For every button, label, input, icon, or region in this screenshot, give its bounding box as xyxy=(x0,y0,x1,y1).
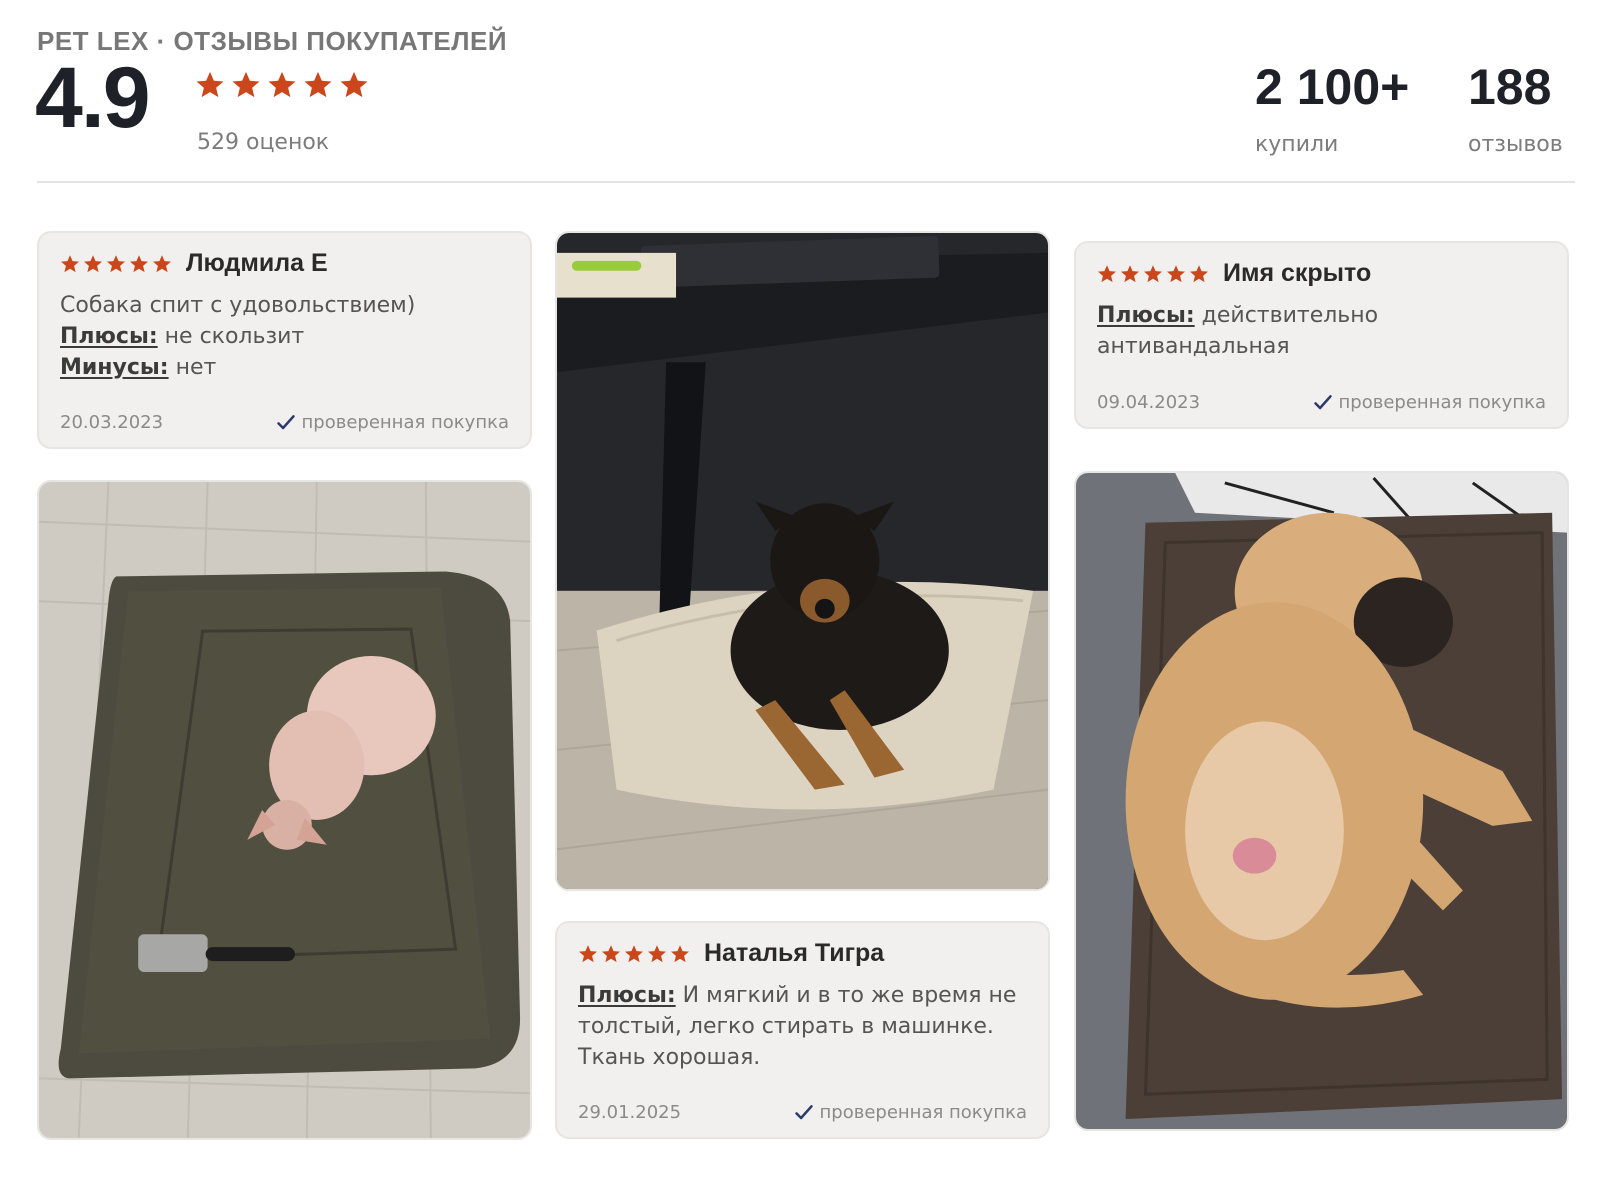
verified-label: проверенная покупка xyxy=(819,1102,1027,1123)
bought-label: купили xyxy=(1255,132,1339,157)
check-icon xyxy=(794,1104,813,1119)
star-icon xyxy=(61,254,79,272)
photo-illustration xyxy=(557,233,1048,889)
verified-badge: проверенная покупка xyxy=(794,1102,1027,1123)
star-icon xyxy=(153,254,171,272)
star-icon xyxy=(196,71,224,98)
cons-label: Минусы: xyxy=(60,355,169,380)
review-photo-cat[interactable] xyxy=(37,480,532,1140)
star-icon xyxy=(340,71,368,98)
star-icon xyxy=(625,944,643,962)
star-icon xyxy=(304,71,332,98)
reviews-label: отзывов xyxy=(1468,132,1563,157)
check-icon xyxy=(276,414,295,429)
review-header: Наталья Тигра xyxy=(578,939,1027,968)
star-icon xyxy=(1190,264,1208,282)
star-icon xyxy=(602,944,620,962)
star-icon xyxy=(130,254,148,272)
stat-reviews: 188 отзывов xyxy=(1468,62,1563,157)
photo-illustration xyxy=(1076,473,1567,1129)
review-body: Собака спит с удовольствием) Плюсы: не с… xyxy=(60,290,509,383)
pros-text: не скользит xyxy=(164,324,305,349)
review-author: Имя скрыто xyxy=(1223,259,1372,287)
star-icon xyxy=(107,254,125,272)
review-author: Людмила Е xyxy=(186,249,328,277)
star-icon xyxy=(579,944,597,962)
review-stars xyxy=(1097,264,1209,284)
star-icon xyxy=(648,944,666,962)
review-pros: Плюсы: И мягкий и в то же время не толст… xyxy=(578,980,1027,1073)
pros-label: Плюсы: xyxy=(60,324,158,349)
review-header: Имя скрыто xyxy=(1097,259,1546,288)
review-card: Людмила Е Собака спит с удовольствием) П… xyxy=(37,231,532,449)
photo-illustration xyxy=(39,482,530,1138)
verified-label: проверенная покупка xyxy=(1338,392,1546,413)
pros-label: Плюсы: xyxy=(1097,303,1195,328)
star-icon xyxy=(1144,264,1162,282)
review-footer: 29.01.2025 проверенная покупка xyxy=(578,1102,1027,1123)
star-icon xyxy=(232,71,260,98)
review-header: Людмила Е xyxy=(60,249,509,278)
cons-text: нет xyxy=(175,355,217,380)
verified-badge: проверенная покупка xyxy=(1313,392,1546,413)
review-pros: Плюсы: действительно антивандальная xyxy=(1097,300,1546,362)
average-rating: 4.9 xyxy=(35,50,151,146)
verified-badge: проверенная покупка xyxy=(276,412,509,433)
rating-stars xyxy=(195,70,369,100)
review-stars xyxy=(578,944,690,964)
review-card: Имя скрыто Плюсы: действительно антиванд… xyxy=(1074,241,1569,429)
verified-label: проверенная покупка xyxy=(301,412,509,433)
review-photo-dog-sleeping[interactable] xyxy=(1074,471,1569,1131)
review-text: Собака спит с удовольствием) xyxy=(60,293,416,318)
star-icon xyxy=(671,944,689,962)
star-icon xyxy=(1121,264,1139,282)
star-icon xyxy=(268,71,296,98)
ratings-count: 529 оценок xyxy=(197,130,330,155)
review-body: Плюсы: действительно антивандальная xyxy=(1097,300,1546,362)
review-date: 09.04.2023 xyxy=(1097,392,1201,413)
star-icon xyxy=(84,254,102,272)
star-icon xyxy=(1167,264,1185,282)
review-date: 29.01.2025 xyxy=(578,1102,682,1123)
review-pros: Плюсы: не скользит xyxy=(60,321,509,352)
stat-bought: 2 100+ купили xyxy=(1255,62,1409,157)
review-stars xyxy=(60,254,172,274)
review-date: 20.03.2023 xyxy=(60,412,164,433)
bought-value: 2 100+ xyxy=(1255,59,1410,115)
review-body: Плюсы: И мягкий и в то же время не толст… xyxy=(578,980,1027,1073)
review-footer: 09.04.2023 проверенная покупка xyxy=(1097,392,1546,413)
review-author: Наталья Тигра xyxy=(704,939,885,967)
divider xyxy=(37,181,1575,183)
review-photo-dog-desk[interactable] xyxy=(555,231,1050,891)
check-icon xyxy=(1313,394,1332,409)
star-icon xyxy=(1098,264,1116,282)
pros-label: Плюсы: xyxy=(578,983,676,1008)
review-footer: 20.03.2023 проверенная покупка xyxy=(60,412,509,433)
review-card: Наталья Тигра Плюсы: И мягкий и в то же … xyxy=(555,921,1050,1139)
review-cons: Минусы: нет xyxy=(60,352,509,383)
reviews-value: 188 xyxy=(1468,59,1552,115)
